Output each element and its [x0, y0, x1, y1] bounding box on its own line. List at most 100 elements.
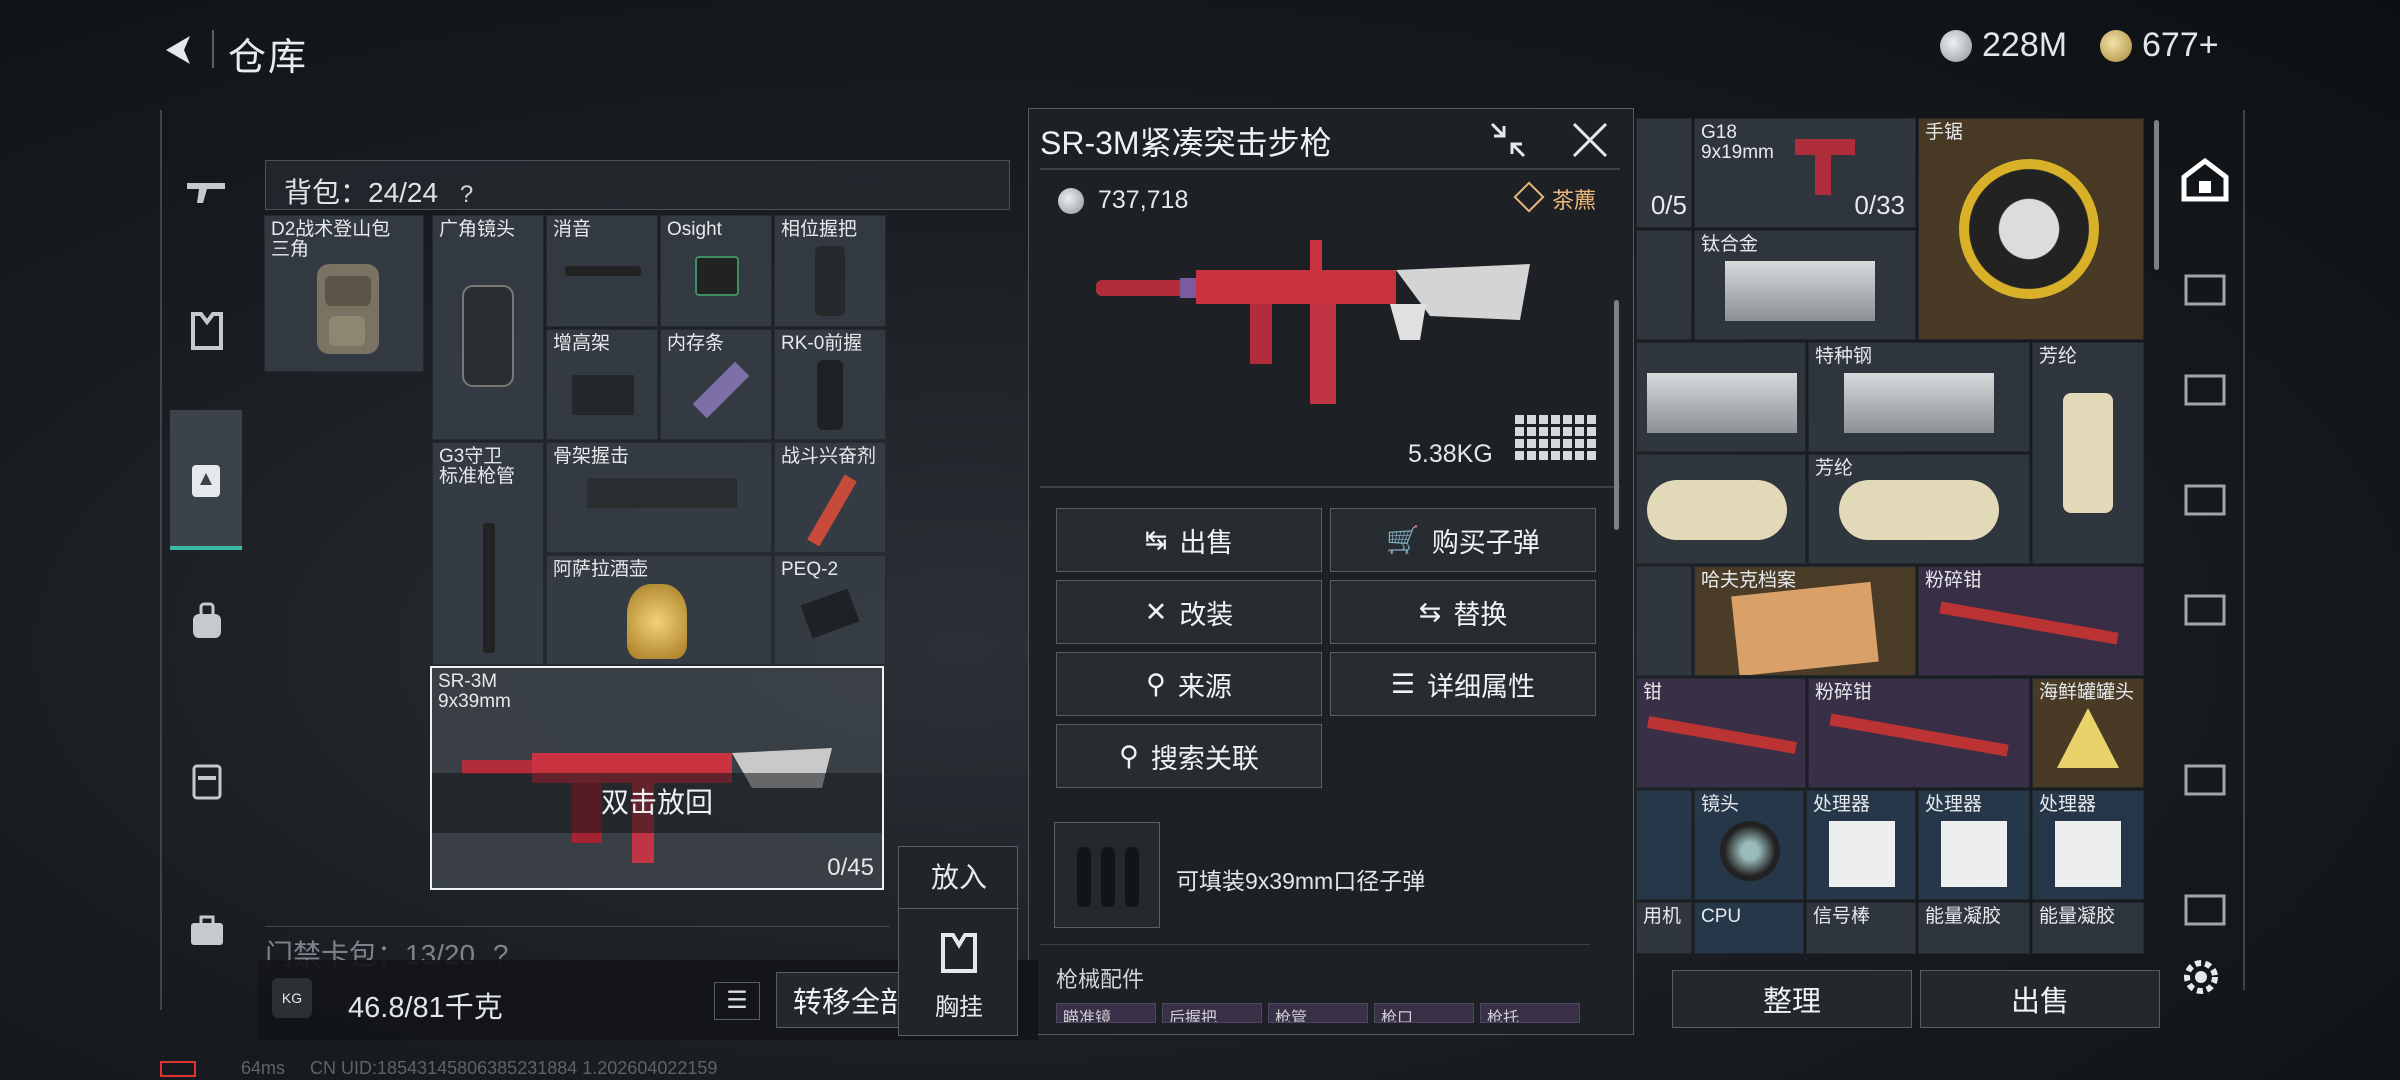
grid-item-stock[interactable]: 骨架握击 — [546, 442, 772, 553]
sort-list-icon[interactable]: ☰ — [714, 982, 760, 1020]
carry-weight: 46.8/81千克 — [348, 992, 503, 1024]
toolbox-icon[interactable] — [177, 900, 237, 960]
backpack-header: 背包：24/24 ? — [265, 160, 1010, 210]
sell-icon: ↹ — [1144, 524, 1168, 555]
organize-button[interactable]: 整理 — [1672, 970, 1912, 1028]
details-button[interactable]: ☰ 详细属性 — [1330, 652, 1596, 716]
gold-coin-icon — [2100, 29, 2132, 62]
grid-item-foregrip[interactable]: RK-0前握 — [774, 329, 886, 440]
stash-cell-steel-a[interactable] — [1636, 342, 1806, 452]
bag-name: D2战术登山包 — [271, 219, 391, 240]
stash-cell-processor-b[interactable]: 处理器 — [1918, 790, 2030, 900]
ammo-description: 可填装9x39mm口径子弹 — [1176, 868, 1426, 894]
stash-cell-aramid-b[interactable]: 芳纶 — [1808, 454, 2030, 564]
stash-cell-g18[interactable]: G18 9x19mm 0/33 — [1694, 118, 1916, 228]
grid-item-suppressor[interactable]: 消音 — [546, 215, 658, 327]
ammo-slot[interactable] — [1054, 822, 1160, 928]
lens-icon — [462, 285, 514, 387]
grid-item-flask[interactable]: 阿萨拉酒壶 — [546, 555, 772, 665]
stash-cell-aramid-a[interactable]: 芳纶 — [2032, 342, 2144, 564]
attach-chip-scope[interactable]: 瞄准镜 — [1056, 1003, 1156, 1023]
grid-item-osight[interactable]: Osight — [660, 215, 772, 327]
stash-cell-crusher-b[interactable]: 粉碎钳 — [1808, 678, 2030, 788]
stash-5-icon[interactable] — [2175, 750, 2235, 810]
stash-1-icon[interactable] — [2175, 260, 2235, 320]
place-into-panel[interactable]: 放入 胸挂 — [898, 846, 1019, 1036]
grid-item-barrel[interactable]: G3守卫 标准枪管 — [432, 442, 544, 665]
ping-text: 64ms — [241, 1058, 286, 1078]
stash-6-icon[interactable] — [2175, 880, 2235, 940]
stash-cell-lens[interactable]: 镜头 — [1694, 790, 1804, 900]
stash-3-icon[interactable] — [2175, 470, 2235, 530]
page-title: 仓库 — [228, 37, 309, 79]
attach-chip-stock[interactable]: 枪托 — [1480, 1003, 1580, 1023]
detail-weight: 5.38KG — [1408, 440, 1493, 468]
title-divider — [212, 30, 214, 68]
case-icon[interactable] — [177, 750, 237, 810]
back-icon[interactable] — [158, 30, 198, 70]
source-button[interactable]: ⚲ 来源 — [1056, 652, 1322, 716]
stash-cell-processor-a[interactable]: 处理器 — [1806, 790, 1916, 900]
modify-button[interactable]: ✕ 改装 — [1056, 580, 1322, 644]
backpack-icon[interactable] — [170, 410, 242, 550]
stash-cell-2[interactable] — [1636, 566, 1692, 676]
replace-button[interactable]: ⇆ 替换 — [1330, 580, 1596, 644]
stash-cell-crusher-a[interactable]: 粉碎钳 — [1918, 566, 2144, 676]
bag-icon[interactable] — [177, 590, 237, 650]
stash-cell-processor-c[interactable]: 处理器 — [2032, 790, 2144, 900]
stash-cell-0[interactable]: 0/5 — [1636, 118, 1692, 228]
backpack-bag-slot[interactable]: D2战术登山包 三角 — [264, 215, 424, 372]
help-icon[interactable]: ? — [460, 181, 473, 208]
stash-cell-titanium[interactable]: 钛合金 — [1694, 230, 1916, 340]
sell-button[interactable]: ↹ 出售 — [1056, 508, 1322, 572]
attach-chip-rear-grip[interactable]: 后握把 — [1162, 1003, 1262, 1023]
attach-chip-barrel[interactable]: 枪管 — [1268, 1003, 1368, 1023]
status-footer: 64ms CN UID:18543145806385231884 1.20260… — [160, 1058, 717, 1079]
stash-cell-energy-gel-b[interactable]: 能量凝胶 — [2032, 902, 2144, 954]
stash-cell-signal-stick[interactable]: 信号棒 — [1806, 902, 1916, 954]
stash-cell-energy-gel-a[interactable]: 能量凝胶 — [1918, 902, 2030, 954]
grid-item-memory[interactable]: 内存条 — [660, 329, 772, 440]
attach-chip-muzzle[interactable]: 枪口 — [1374, 1003, 1474, 1023]
gold-currency[interactable]: 677+ — [2100, 26, 2219, 65]
detail-scrollbar[interactable] — [1614, 300, 1619, 530]
stash-sell-button[interactable]: 出售 — [1920, 970, 2160, 1028]
uid-text: CN UID:18543145806385231884 1.2026040221… — [310, 1058, 718, 1078]
stash-cell-cpu[interactable]: CPU — [1694, 902, 1804, 954]
grid-item-grip[interactable]: 相位握把 — [774, 215, 886, 327]
grid-item-peq[interactable]: PEQ-2 — [774, 555, 886, 665]
stash-cell-aramid-partial[interactable] — [1636, 454, 1806, 564]
place-label: 放入 — [899, 847, 1019, 909]
grid-item-riser[interactable]: 增高架 — [546, 329, 658, 440]
grid-size-icon — [1515, 415, 1596, 460]
buy-ammo-button[interactable]: 🛒 购买子弹 — [1330, 508, 1596, 572]
stash-2-icon[interactable] — [2175, 360, 2235, 420]
battery-icon — [160, 1061, 196, 1078]
cart-icon: 🛒 — [1386, 525, 1420, 555]
silver-currency[interactable]: 228M — [1940, 26, 2067, 65]
collapse-icon[interactable] — [1488, 120, 1528, 160]
stash-4-icon[interactable] — [2175, 580, 2235, 640]
bag-name-cut: 三角 — [271, 239, 310, 260]
stash-cell-3[interactable] — [1636, 790, 1692, 900]
stash-cell-seafood-can[interactable]: 海鲜罐罐头 — [2032, 678, 2144, 788]
stash-cell-special-steel[interactable]: 特种钢 — [1808, 342, 2030, 452]
stash-cell-handsaw[interactable]: 手锯 — [1918, 118, 2144, 340]
left-category-nav — [160, 110, 250, 1010]
grid-item-sr3m-selected[interactable]: SR-3M 9x39mm 双击放回 0/45 — [430, 666, 884, 890]
stash-home-icon[interactable] — [2175, 150, 2235, 210]
weight-kg-icon: KG — [272, 978, 312, 1018]
backpack-capacity: 背包：24/24 — [284, 177, 439, 208]
grid-item-wide-lens[interactable]: 广角镜头 — [432, 215, 544, 440]
stash-cell-machine[interactable]: 用机 — [1636, 902, 1692, 954]
grid-item-stimulant[interactable]: 战斗兴奋剂 — [774, 442, 886, 553]
stash-cell-haavk-file[interactable]: 哈夫克档案 — [1694, 566, 1916, 676]
search-related-button[interactable]: ⚲ 搜索关联 — [1056, 724, 1322, 788]
settings-gear-icon[interactable] — [2178, 954, 2224, 1000]
stash-cell-crusher-partial[interactable]: 钳 — [1636, 678, 1806, 788]
vest-icon[interactable] — [177, 300, 237, 360]
stash-cell-1[interactable] — [1636, 230, 1692, 340]
close-icon[interactable] — [1570, 120, 1610, 160]
rifle-icon[interactable] — [177, 160, 237, 220]
selected-item-count: 0/45 — [827, 854, 874, 881]
